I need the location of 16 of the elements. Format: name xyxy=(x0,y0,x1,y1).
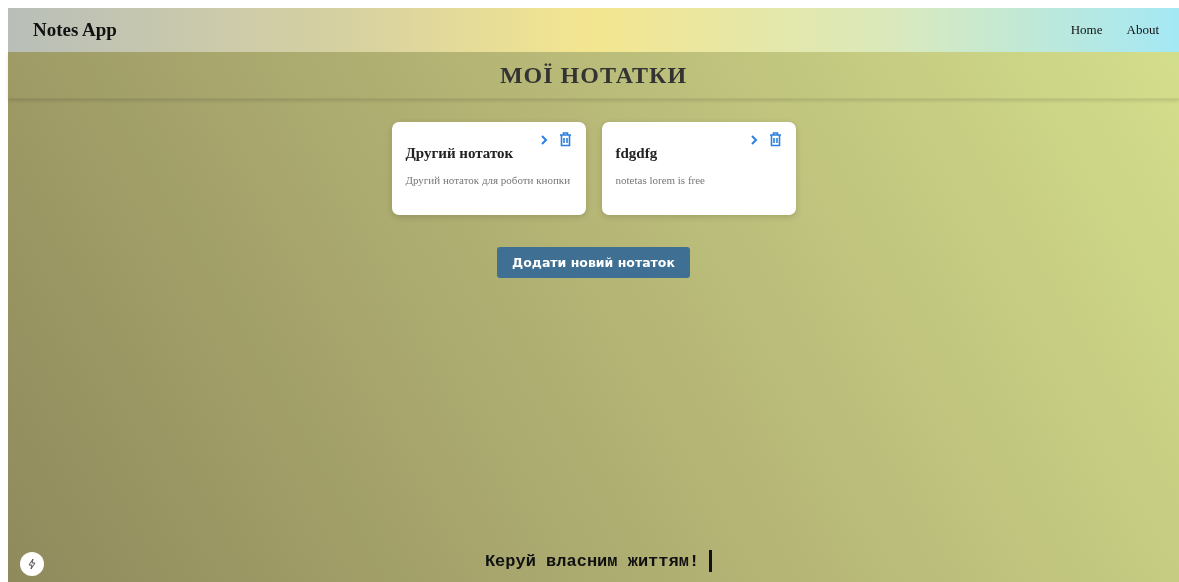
app-brand[interactable]: Notes App xyxy=(33,19,117,41)
text-cursor xyxy=(709,550,713,572)
note-text: Другий нотаток для роботи кнопки xyxy=(405,173,572,188)
note-text: notetas lorem is free xyxy=(615,173,706,188)
note-title: Другий нотаток xyxy=(405,145,514,162)
nav-link[interactable]: About xyxy=(1126,22,1159,38)
slogan-text: Керуй власним життям! xyxy=(484,551,700,571)
chevron-right-icon[interactable] xyxy=(538,133,549,146)
add-note-button[interactable]: Додати новий нотаток xyxy=(497,247,690,278)
trash-icon[interactable] xyxy=(558,132,572,147)
page-title: МОЇ НОТАТКИ xyxy=(499,61,688,89)
bolt-icon[interactable] xyxy=(20,552,44,576)
nav-link[interactable]: Home xyxy=(1070,22,1103,38)
chevron-right-icon[interactable] xyxy=(748,133,759,146)
trash-icon[interactable] xyxy=(768,132,782,147)
note-title: fdgdfg xyxy=(615,145,658,162)
